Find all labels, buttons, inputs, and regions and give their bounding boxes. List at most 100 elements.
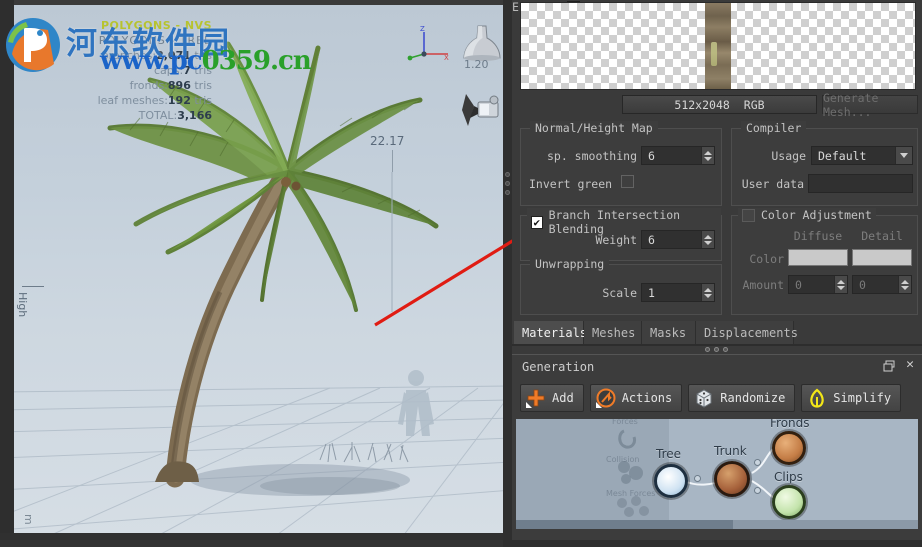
stats-row-total: TOTAL:3,166 bbox=[22, 108, 212, 123]
stats-unit: tris bbox=[190, 94, 212, 107]
splitter-handle[interactable] bbox=[505, 172, 510, 199]
detail-color-swatch[interactable] bbox=[852, 249, 912, 266]
dimension-tick bbox=[392, 150, 393, 172]
scale-label: Scale bbox=[602, 286, 637, 300]
plus-icon bbox=[526, 389, 545, 408]
invert-green-checkbox[interactable] bbox=[621, 175, 634, 188]
axis-gizmo-icon[interactable]: Z X bbox=[406, 24, 452, 68]
usage-dropdown[interactable]: Default bbox=[811, 146, 913, 165]
actions-button[interactable]: Actions bbox=[589, 384, 683, 412]
diffuse-amount-arrows[interactable] bbox=[834, 276, 847, 293]
chevron-down-icon[interactable] bbox=[895, 147, 912, 164]
diffuse-amount-spinner[interactable]: 0 bbox=[788, 275, 848, 294]
detail-amount-spinner[interactable]: 0 bbox=[852, 275, 912, 294]
actions-button-label: Actions bbox=[621, 391, 673, 405]
watermark-logo-icon bbox=[6, 18, 60, 72]
add-button[interactable]: Add bbox=[520, 384, 584, 412]
dock-dot bbox=[705, 347, 710, 352]
user-data-input[interactable] bbox=[808, 174, 913, 193]
weight-spinner-arrows[interactable] bbox=[701, 231, 714, 248]
smoothing-spinner[interactable]: 6 bbox=[641, 146, 715, 165]
generate-mesh-button[interactable]: Generate Mesh... bbox=[822, 91, 918, 119]
weight-spinner[interactable]: 6 bbox=[641, 230, 715, 249]
add-button-label: Add bbox=[552, 391, 574, 405]
unit-axis-label: m bbox=[22, 514, 35, 525]
normal-height-map-title: Normal/Height Map bbox=[530, 121, 658, 135]
detail-amount-value: 0 bbox=[859, 277, 866, 292]
scale-value: 1 bbox=[648, 285, 655, 300]
connection-port[interactable] bbox=[754, 459, 761, 466]
dimension-label: 22.17 bbox=[370, 134, 405, 148]
simplify-button[interactable]: Simplify bbox=[801, 384, 902, 412]
height-tick bbox=[22, 286, 44, 287]
unwrapping-title: Unwrapping bbox=[530, 257, 610, 271]
diffuse-column-label: Diffuse bbox=[793, 229, 843, 243]
color-adjustment-checkbox[interactable] bbox=[742, 208, 755, 222]
node-fronds[interactable] bbox=[772, 431, 806, 465]
tab-masks[interactable]: Masks bbox=[642, 321, 696, 344]
simplify-button-label: Simplify bbox=[833, 391, 892, 405]
randomize-button[interactable]: Randomize bbox=[688, 384, 796, 412]
restore-icon[interactable] bbox=[883, 360, 896, 373]
tab-displacements[interactable]: Displacements bbox=[696, 321, 798, 344]
resolution-button[interactable]: 512x2048 RGB bbox=[622, 95, 817, 114]
detail-column-label: Detail bbox=[861, 229, 903, 243]
dice-icon bbox=[696, 389, 712, 408]
node-clips[interactable] bbox=[772, 485, 806, 519]
stats-value: 896 bbox=[167, 79, 191, 92]
smoothing-spinner-arrows[interactable] bbox=[701, 147, 714, 164]
compiler-title: Compiler bbox=[741, 121, 807, 135]
node-trunk[interactable] bbox=[714, 461, 750, 497]
smoothing-value: 6 bbox=[648, 148, 655, 163]
watermark-url-part2: 0359.cn bbox=[201, 46, 312, 76]
graph-horizontal-scrollbar-thumb[interactable] bbox=[516, 520, 734, 529]
panel-splitter[interactable] bbox=[503, 0, 512, 547]
close-icon[interactable]: ✕ bbox=[906, 358, 914, 371]
node-tree[interactable] bbox=[654, 464, 688, 498]
watermark-url: www.pc0359.cn bbox=[100, 46, 312, 76]
generation-toolbar: Add Actions Randomize Simplify bbox=[520, 384, 902, 412]
watermark-url-part1: www.pc bbox=[100, 46, 203, 76]
scale-spinner[interactable]: 1 bbox=[641, 283, 715, 302]
dock-grip-dots[interactable] bbox=[705, 347, 728, 352]
color-mode-value: RGB bbox=[743, 97, 765, 112]
color-adjustment-title: Color Adjustment bbox=[761, 208, 872, 222]
stats-value: 3,166 bbox=[177, 109, 212, 122]
scale-spinner-arrows[interactable] bbox=[701, 284, 714, 301]
normal-height-map-group: Normal/Height Map sp. smoothing 6 Invert… bbox=[520, 121, 722, 206]
weight-value: 6 bbox=[648, 232, 655, 247]
branch-blending-checkbox[interactable]: ✔ bbox=[531, 215, 543, 229]
usage-value: Default bbox=[818, 148, 867, 163]
splitter-dot bbox=[505, 181, 510, 186]
resolution-value: 512x2048 bbox=[674, 97, 730, 112]
connection-port[interactable] bbox=[694, 475, 701, 482]
user-data-label: User data bbox=[741, 177, 804, 191]
detail-amount-arrows[interactable] bbox=[898, 276, 911, 293]
unwrapping-group: Unwrapping Scale 1 bbox=[520, 257, 722, 315]
diffuse-color-swatch[interactable] bbox=[788, 249, 848, 266]
connection-port[interactable] bbox=[754, 487, 761, 494]
light-intensity-label: 1.20 bbox=[464, 58, 489, 71]
3d-viewport[interactable]: POLYGONS - NVS POLYGONS - TREE branches:… bbox=[0, 0, 512, 540]
node-label-trunk: Trunk bbox=[714, 444, 747, 458]
diffuse-amount-value: 0 bbox=[795, 277, 802, 292]
generation-node-graph[interactable]: Forces Collision Mesh Forces Tree Trunk … bbox=[516, 419, 918, 529]
amount-row-label: Amount bbox=[742, 278, 784, 292]
texture-preview[interactable] bbox=[520, 2, 916, 90]
height-axis-label: High bbox=[16, 292, 29, 318]
stats-value: 192 bbox=[167, 94, 191, 107]
generation-panel: Generation ✕ Add Actions Randomize Simpl… bbox=[512, 354, 922, 540]
camera-gizmo-icon[interactable] bbox=[458, 88, 506, 132]
branch-intersection-blending-group: ✔ Branch Intersection Blending Weight 6 bbox=[520, 208, 722, 261]
compiler-group: Compiler Usage Default User data bbox=[731, 121, 918, 206]
stats-row: leaf meshes:192 tris bbox=[22, 93, 212, 108]
graph-horizontal-scrollbar-track[interactable] bbox=[516, 520, 918, 529]
color-adjustment-header[interactable]: Color Adjustment bbox=[738, 208, 876, 222]
dock-dot bbox=[723, 347, 728, 352]
bark-texture-strip bbox=[705, 3, 731, 89]
tab-meshes[interactable]: Meshes bbox=[584, 321, 642, 344]
svg-text:X: X bbox=[444, 54, 449, 62]
smoothing-label: sp. smoothing bbox=[546, 149, 637, 163]
tab-materials[interactable]: Materials bbox=[514, 321, 587, 344]
stats-label: fronds: bbox=[129, 79, 168, 92]
